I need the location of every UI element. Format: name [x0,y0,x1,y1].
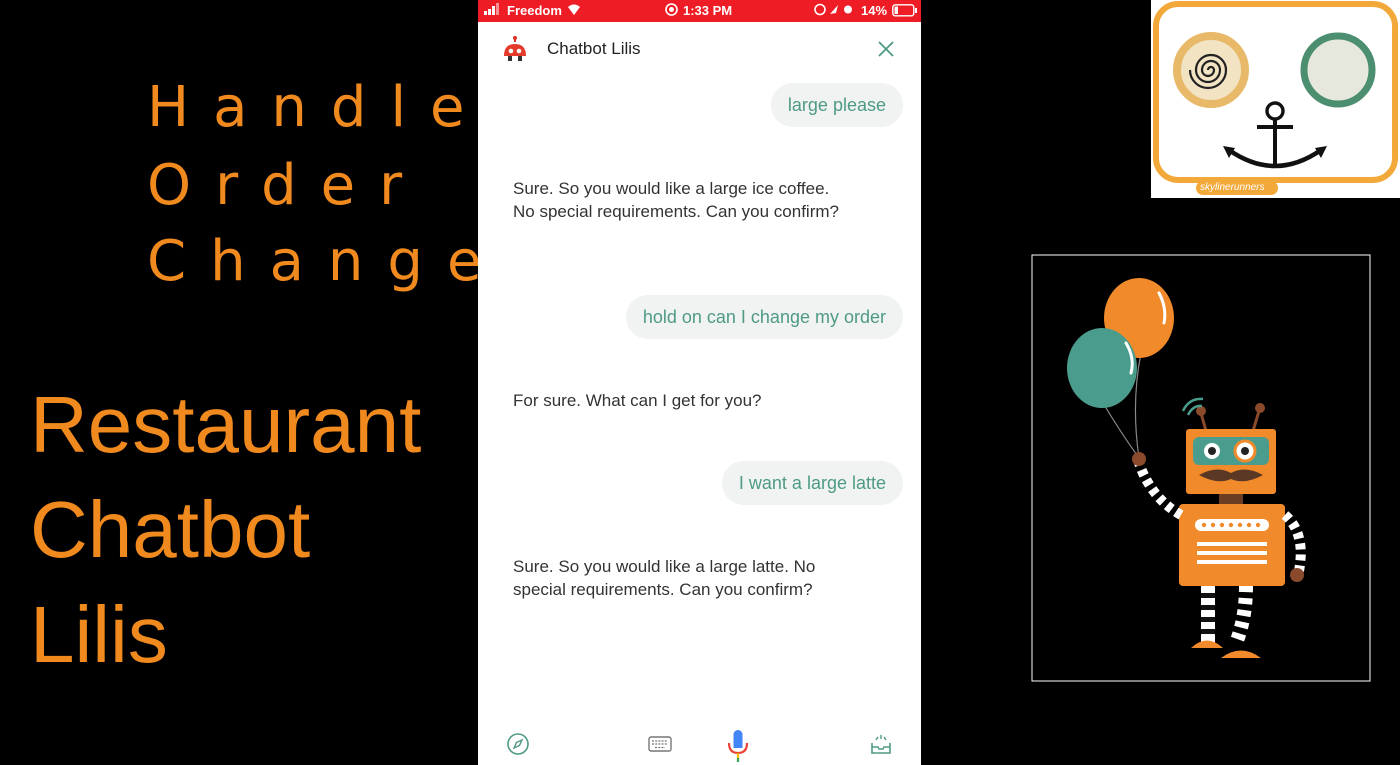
wifi-icon [566,3,582,18]
user-message: I want a large latte [721,461,903,505]
chat-header: Chatbot Lilis [478,22,921,76]
promo-heading-line-2: Order [147,153,427,218]
keyboard-icon [648,736,672,752]
user-message: large please [770,83,903,127]
compass-icon [507,733,529,755]
anchor-face-logo-icon [1153,1,1398,195]
promo-heading-line-1: Handle [147,75,489,140]
tray-icon [871,735,891,754]
explore-button[interactable] [506,732,530,760]
robot-illustration [1031,253,1371,683]
user-message: hold on can I change my order [625,295,903,339]
logo-caption: skylinerunners [1200,182,1265,193]
recording-icon [665,3,678,19]
skylinerunners-logo: skylinerunners [1151,0,1400,198]
carrier-name: Freedom [507,3,562,18]
phone-screen: Freedom 1:33 PM 14% Chatbot Lilis large … [478,0,921,765]
status-indicators-icon [814,3,854,19]
microphone-button[interactable] [727,728,749,765]
battery-icon [892,4,918,20]
robot-with-balloons-icon [1031,254,1371,682]
close-icon [878,41,894,57]
promo-heading-line-3: Change [147,229,506,294]
bot-message: Sure. So you would like a large latte. N… [513,557,816,599]
input-toolbar [478,715,921,765]
signal-icon [484,3,502,18]
robot-avatar-icon [502,36,528,68]
battery-percent: 14% [861,3,888,18]
close-button[interactable] [878,41,894,61]
bot-message: For sure. What can I get for you? [513,391,762,410]
status-bar: Freedom 1:33 PM 14% [478,0,921,22]
bot-message: Sure. So you would like a large ice coff… [513,179,839,221]
promo-title-line-2: Chatbot [30,485,311,574]
clock-time: 1:33 PM [683,3,733,18]
chat-title: Chatbot Lilis [547,39,641,58]
promo-title-line-1: Restaurant [30,380,422,469]
promo-title-line-3: Lilis [30,590,168,679]
microphone-icon [727,730,749,762]
tray-button[interactable] [870,733,892,759]
keyboard-button[interactable] [648,736,672,756]
